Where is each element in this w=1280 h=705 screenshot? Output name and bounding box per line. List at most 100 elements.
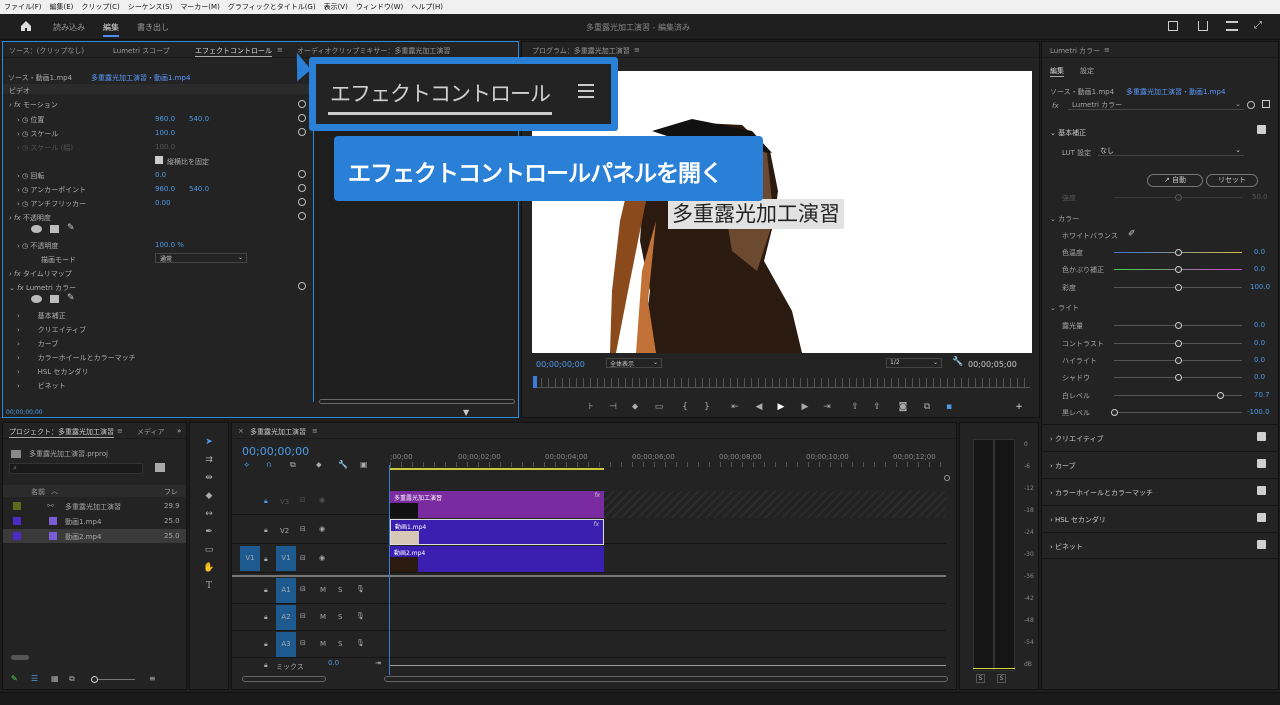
timeline-settings-icon[interactable]: 🔧	[338, 460, 348, 469]
exposure-value[interactable]: 0.0	[1254, 321, 1265, 329]
mark-in-icon[interactable]: ⊦	[582, 398, 600, 416]
track-a3[interactable]: 🔒︎ A3 ⊟ M S 🎙︎	[232, 631, 946, 658]
curves-checkbox[interactable]	[1257, 459, 1266, 468]
track-label[interactable]: V2	[280, 527, 289, 535]
tab-edit[interactable]: 編集	[103, 22, 119, 37]
scale-value[interactable]: 100.0	[155, 129, 175, 137]
temperature-knob[interactable]	[1175, 249, 1182, 256]
section-creative[interactable]: › クリエイティブ	[1042, 424, 1278, 451]
lumetri-vignette[interactable]: › ビネット	[17, 381, 66, 391]
tab-lumetri-scopes[interactable]: Lumetri スコープ	[113, 46, 170, 56]
reset-motion-icon[interactable]	[298, 100, 306, 108]
vr-icon[interactable]: ▪	[940, 398, 958, 416]
rotation-value[interactable]: 0.0	[155, 171, 166, 179]
more-panels-icon[interactable]: »	[177, 427, 181, 435]
effect-lumetri[interactable]: ⌄ fx Lumetri カラー	[9, 283, 76, 293]
eyedropper-icon[interactable]: ✐	[1128, 229, 1136, 239]
project-hscroll[interactable]	[11, 655, 29, 660]
sort-up-icon[interactable]: ︿	[51, 486, 58, 496]
selection-tool-icon[interactable]: ➤	[200, 433, 218, 451]
param-scale[interactable]: › ◷ スケール	[17, 129, 58, 139]
sort-icon[interactable]: ≡	[149, 674, 156, 683]
ripple-edit-tool-icon[interactable]: ⇹	[200, 469, 218, 487]
anchor-y[interactable]: 540.0	[189, 185, 209, 193]
sync-icon[interactable]: ⊟	[300, 639, 306, 647]
workspace-menu-icon[interactable]	[1226, 21, 1238, 31]
reset-position-icon[interactable]	[298, 114, 306, 122]
track-a2[interactable]: 🔒︎ A2 ⊟ M S 🎙︎	[232, 604, 946, 631]
sync-icon[interactable]: ⊟	[300, 525, 306, 533]
blacks-knob[interactable]	[1111, 409, 1118, 416]
keyframe-area[interactable]	[313, 84, 518, 402]
solo-button[interactable]: S	[338, 613, 342, 621]
freeform-view-icon[interactable]: ⧉	[69, 674, 75, 684]
sequence-clip[interactable]: 多重露光加工演習・動画1.mp4	[91, 73, 190, 83]
timeline-menu-icon[interactable]: ≡	[312, 427, 318, 435]
section-vignette[interactable]: › ビネット	[1042, 532, 1278, 559]
lumetri-menu-icon[interactable]: ≡	[1104, 46, 1110, 54]
fullscreen-icon[interactable]	[1168, 21, 1178, 31]
basic-section[interactable]: ⌄ 基本補正	[1050, 128, 1086, 138]
tab-source[interactable]: ソース：(クリップなし)	[9, 46, 84, 56]
mask-rect-icon[interactable]	[50, 225, 59, 233]
resolution-select[interactable]: 1/2 ⌄	[886, 358, 942, 368]
lock-icon[interactable]: 🔒︎	[264, 613, 268, 622]
menu-marker[interactable]: マーカー(M)	[180, 2, 220, 12]
list-item[interactable]: ⧟ 多重露光加工演習 29.9	[3, 499, 186, 513]
home-icon[interactable]	[20, 20, 32, 32]
program-ruler[interactable]	[534, 378, 1030, 388]
safe-margins-icon[interactable]: ▭	[650, 398, 668, 416]
lift-icon[interactable]: ⇧	[846, 398, 864, 416]
master-clip[interactable]: ソース・動画1.mp4	[8, 73, 72, 83]
param-opacity[interactable]: › ◷ 不透明度	[17, 241, 58, 251]
reset-antiflicker-icon[interactable]	[298, 198, 306, 206]
mix-value[interactable]: 0.0	[328, 659, 339, 667]
zoom-knob[interactable]	[91, 676, 98, 683]
reset-scale-icon[interactable]	[298, 128, 306, 136]
reset-button[interactable]: リセット	[1206, 174, 1258, 187]
col-fps[interactable]: フレ	[164, 487, 178, 497]
program-tc-left[interactable]: 00;00;00;00	[536, 360, 585, 369]
lumetri-tab-settings[interactable]: 設定	[1080, 66, 1094, 76]
tab-import[interactable]: 読み込み	[53, 22, 85, 33]
track-label[interactable]: V1	[276, 546, 296, 571]
rectangle-tool-icon[interactable]: ▭	[200, 541, 218, 559]
go-to-end-icon[interactable]: ⇥	[375, 659, 381, 667]
eye-icon[interactable]: ◉	[319, 525, 325, 533]
list-item[interactable]: 動画1.mp4 25.0	[3, 514, 186, 528]
blacks-value[interactable]: -100.0	[1247, 408, 1270, 416]
ec-scroll-thumb[interactable]	[319, 399, 515, 404]
color-subsection[interactable]: ⌄ カラー	[1050, 214, 1079, 224]
project-title[interactable]: プロジェクト：多重露光加工演習	[9, 427, 114, 438]
blacks-slider[interactable]	[1111, 409, 1242, 416]
sync-icon[interactable]: ⊟	[300, 496, 306, 504]
auto-button[interactable]: ↗ 自動	[1147, 174, 1203, 187]
close-tab-icon[interactable]: ×	[238, 427, 244, 435]
lumetri-toggle-icon[interactable]	[1262, 100, 1270, 108]
tab-media[interactable]: メディア	[137, 427, 165, 437]
track-label[interactable]: A1	[276, 578, 296, 603]
fit-select[interactable]: 全体表示 ⌄	[606, 358, 662, 368]
mask-ellipse-icon[interactable]	[31, 225, 42, 233]
project-search[interactable]: ⌕	[9, 463, 143, 474]
shadows-slider[interactable]	[1114, 374, 1242, 381]
mask-pen-icon[interactable]: ✎	[67, 223, 75, 233]
new-item-pencil-icon[interactable]: ✎	[11, 674, 18, 683]
timeline-playhead[interactable]	[389, 465, 390, 675]
lumetri-mask-pen-icon[interactable]: ✎	[67, 293, 75, 303]
timeline-title[interactable]: 多重露光加工演習	[250, 427, 306, 437]
step-forward-icon[interactable]: ▶	[796, 398, 814, 416]
solo-button[interactable]: S	[338, 586, 342, 594]
tint-knob[interactable]	[1175, 266, 1182, 273]
whites-knob[interactable]	[1217, 392, 1224, 399]
add-button-icon[interactable]: +	[1010, 398, 1028, 416]
captions-icon[interactable]: ▣	[360, 460, 368, 469]
linked-selection-icon[interactable]: ∩	[266, 460, 272, 469]
temperature-value[interactable]: 0.0	[1254, 248, 1265, 256]
mute-button[interactable]: M	[320, 640, 326, 648]
exposure-knob[interactable]	[1175, 322, 1182, 329]
pen-tool-icon[interactable]: ✒	[200, 523, 218, 541]
vertical-zoom-handle[interactable]	[944, 475, 950, 481]
lumetri-tab-edit[interactable]: 編集	[1050, 66, 1064, 77]
saturation-slider[interactable]	[1114, 284, 1242, 291]
